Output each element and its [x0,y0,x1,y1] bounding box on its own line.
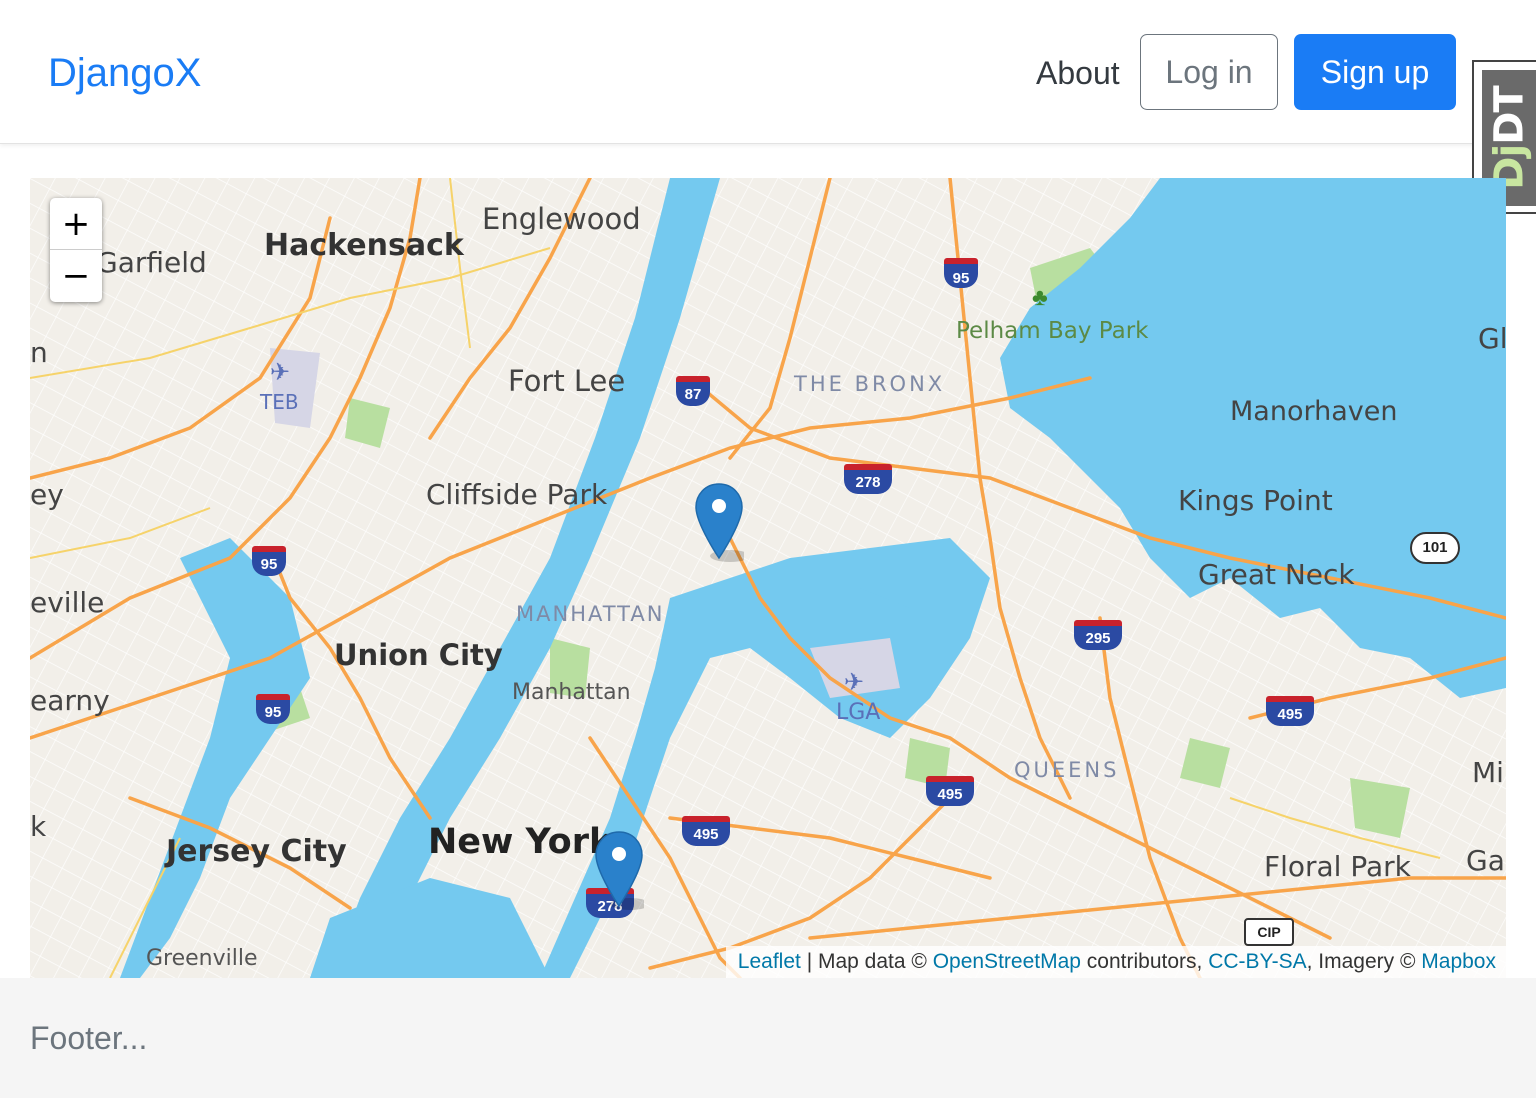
map-marker-bronx[interactable] [694,482,744,562]
airport-icon: ✈ [844,669,865,696]
signup-button[interactable]: Sign up [1294,34,1456,110]
map-label: ey [30,478,64,511]
map-label: Mi [1472,756,1504,789]
map-container[interactable]: Englewood Hackensack Garfield TEB Fort L… [30,178,1506,978]
leaflet-link[interactable]: Leaflet [738,950,801,973]
cc-by-sa-link[interactable]: CC-BY-SA [1208,950,1306,973]
map-label: THE BRONX [794,372,946,396]
tree-icon: ♣ [1032,284,1048,311]
cip-shield-icon: CIP [1244,918,1294,946]
map-label: Hackensack [264,228,464,263]
map-label: Ga [1466,844,1505,877]
footer: Footer... [0,978,1536,1098]
attribution-text: contributors, [1080,950,1209,973]
map-label: New York [428,822,613,862]
interstate-shield-icon: 495 [1266,696,1314,726]
map-label: Union City [334,638,503,672]
zoom-out-button[interactable]: − [50,250,102,302]
map-label: QUEENS [1014,758,1120,782]
map-label: n [30,336,48,369]
interstate-shield-icon: 87 [676,376,710,406]
map-label: Great Neck [1198,558,1355,591]
map-label: eville [30,586,105,619]
login-button[interactable]: Log in [1140,34,1278,110]
map-label: Jersey City [166,834,347,869]
map-label: earny [30,684,110,717]
interstate-shield-icon: 95 [944,258,978,288]
interstate-shield-icon: 278 [844,464,892,494]
map-label: Manhattan [512,680,631,705]
airport-icon: ✈ [270,359,291,386]
interstate-shield-icon: 495 [682,816,730,846]
attribution-text: | Map data © [800,950,933,973]
brand-link[interactable]: DjangoX [48,48,201,98]
map-label: Garfield [96,246,207,279]
interstate-shield-icon: 95 [256,694,290,724]
map-marker-brooklyn[interactable] [594,830,644,910]
attribution-text: , Imagery © [1306,950,1422,973]
map-attribution: Leaflet | Map data © OpenStreetMap contr… [725,946,1506,978]
interstate-shield-icon: 495 [926,776,974,806]
footer-text: Footer... [30,1020,148,1056]
map-label: Gl [1478,322,1506,355]
map-label: Greenville [146,946,258,971]
interstate-shield-icon: 295 [1074,620,1122,650]
map-label: LGA [836,700,881,725]
map-label: Cliffside Park [426,478,608,511]
zoom-in-button[interactable]: + [50,198,102,250]
map-label: Fort Lee [508,364,626,398]
navbar: DjangoX About Log in Sign up [0,0,1536,144]
map-label: Manorhaven [1230,396,1398,427]
interstate-shield-icon: 95 [252,546,286,576]
mapbox-link[interactable]: Mapbox [1421,950,1496,973]
map-label: k [30,810,47,843]
us-route-shield-icon: 101 [1410,532,1460,564]
zoom-control: + − [50,198,102,302]
nav-about-link[interactable]: About [1036,50,1120,96]
debug-toolbar-label: DjDT [1487,86,1534,190]
map-pin-icon [695,483,744,562]
map-label: TEB [260,390,299,414]
map-label: Pelham Bay Park [956,318,1149,344]
map-label: Englewood [482,202,641,236]
openstreetmap-link[interactable]: OpenStreetMap [933,950,1081,973]
map-label: Floral Park [1264,850,1411,883]
map-label: MANHATTAN [516,602,665,626]
map-pin-icon [595,831,644,910]
map-label: Kings Point [1178,484,1333,517]
